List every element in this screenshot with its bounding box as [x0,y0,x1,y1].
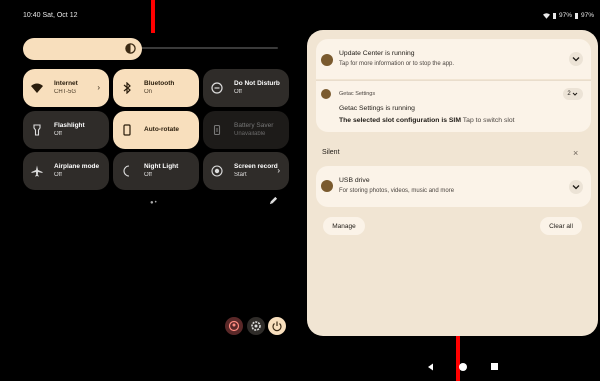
tile-title: Auto-rotate [144,126,180,133]
tile-bluetooth[interactable]: Bluetooth On [113,69,199,107]
battery-icon [552,12,556,19]
recents-button[interactable] [491,363,498,370]
clear-all-label: Clear all [549,222,573,230]
manage-button[interactable]: Manage [323,217,365,235]
rotate-icon [123,124,131,136]
notification-count-button[interactable]: 2 [563,88,583,100]
tile-title: Do Not Disturb [234,80,280,87]
user-icon [228,320,240,332]
chevron-down-icon [572,92,578,96]
tile-airplane-mode[interactable]: Airplane mode Off [23,152,109,190]
tile-title: Bluetooth [144,80,175,87]
tile-subtitle: On [144,89,153,95]
tile-title: Screen record [234,163,278,170]
tile-title: Internet [54,80,78,87]
tile-title: Airplane mode [54,163,100,170]
page-indicator: ●• [150,200,158,206]
gear-icon [251,321,261,331]
home-button[interactable] [459,363,467,371]
notification-body-action: Tap to switch slot [462,117,515,124]
close-icon[interactable]: × [573,148,578,158]
battery-level-2: 97% [580,12,594,19]
airplane-icon [31,165,43,177]
notification-usb-drive[interactable]: USB drive For storing photos, videos, mu… [316,166,591,207]
system-icons: 97% 97% [542,12,594,19]
notification-body: Tap for more information or to stop the … [339,61,455,67]
wifi-status-icon [542,12,550,19]
tile-subtitle: Start [234,172,247,178]
moon-icon [123,165,130,177]
tile-title: Night Light [144,163,179,170]
notification-update-center[interactable]: Update Center is running Tap for more in… [316,39,591,79]
tile-battery-saver[interactable]: Battery Saver Unavailable [203,111,289,149]
record-icon [211,165,223,177]
status-bar: 10:40 Sat, Oct 12 97% 97% [0,0,600,34]
tile-screen-record[interactable]: Screen record Start › [203,152,289,190]
update-center-icon [321,54,333,66]
silent-section-label: Silent [322,149,340,156]
expand-button[interactable] [569,180,583,194]
chevron-down-icon [572,57,580,62]
battery-icon-2 [574,12,578,19]
tile-title: Battery Saver [234,122,274,129]
notification-body: For storing photos, videos, music and mo… [339,188,455,194]
top-indicator-mark [151,0,155,33]
power-button[interactable] [268,317,286,335]
battery-icon [213,124,221,136]
expand-button[interactable] [569,52,583,66]
clear-all-button[interactable]: Clear all [540,217,582,235]
bluetooth-icon [123,82,131,94]
battery-level-1: 97% [558,12,572,19]
tile-do-not-disturb[interactable]: Do Not Disturb Off [203,69,289,107]
tile-internet[interactable]: Internet CHT-5G › [23,69,109,107]
tile-subtitle: CHT-5G [54,89,77,95]
power-icon [272,321,282,332]
notification-title: Update Center is running [339,50,415,57]
notification-title: Getac Settings is running [339,105,415,112]
flashlight-icon [33,124,41,136]
tile-title: Flashlight [54,122,85,129]
user-switch-button[interactable] [225,317,243,335]
notification-title: USB drive [339,177,370,184]
tile-auto-rotate[interactable]: Auto-rotate [113,111,199,149]
chevron-down-icon [572,185,580,190]
back-icon[interactable] [427,363,435,371]
usb-icon [321,180,333,192]
tile-subtitle: Off [144,172,152,178]
edit-pencil-icon[interactable] [269,196,278,205]
chevron-right-icon: › [97,83,100,92]
time-date: 10:40 Sat, Oct 12 [23,12,78,19]
notification-body: The selected slot configuration is SIM T… [339,117,515,124]
manage-label: Manage [332,222,356,230]
getac-settings-icon [321,89,331,99]
tile-night-light[interactable]: Night Light Off [113,152,199,190]
tile-subtitle: Off [54,172,62,178]
tile-subtitle: Unavailable [234,131,266,137]
brightness-icon [125,43,136,54]
settings-button[interactable] [247,317,265,335]
tile-subtitle: Off [54,131,62,137]
notification-getac-settings[interactable]: Getac Settings 2 Getac Settings is runni… [316,81,591,132]
chevron-right-icon: › [277,166,280,175]
notification-app-name: Getac Settings [339,91,376,97]
dnd-icon [211,82,223,94]
wifi-icon [31,83,43,93]
tile-flashlight[interactable]: Flashlight Off [23,111,109,149]
notification-body-bold: The selected slot configuration is SIM [339,117,461,124]
tile-subtitle: Off [234,89,242,95]
